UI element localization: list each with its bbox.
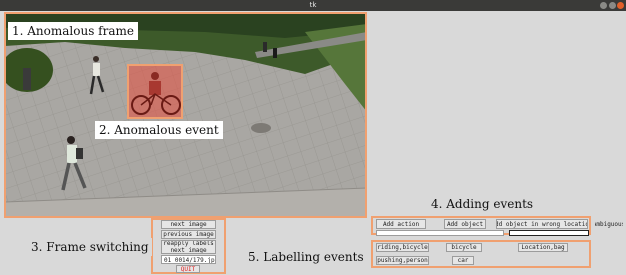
callout-labelling-events: 5. Labelling events [245, 248, 367, 266]
callout-anomalous-frame: 1. Anomalous frame [8, 22, 138, 40]
previous-image-button[interactable]: previous image [161, 230, 216, 239]
label-button[interactable]: bicycle [446, 243, 482, 252]
add-object-wrong-location-button[interactable]: Add object in wrong location [496, 219, 588, 229]
location-entry-field[interactable] [509, 230, 589, 236]
label-button[interactable]: car [452, 256, 474, 265]
ambiguous-button[interactable]: Ambiguous [594, 219, 624, 229]
maximize-icon[interactable] [609, 2, 616, 9]
filename-field[interactable]: 01_0014/179.jpg [161, 255, 216, 264]
reapply-labels-line1: reapply labels [163, 240, 214, 247]
window-titlebar: tk [0, 0, 626, 11]
callout-frame-switching: 3. Frame switching [28, 238, 152, 256]
window-title: tk [309, 1, 317, 9]
label-button[interactable]: Location,bag [518, 243, 568, 252]
reapply-labels-button[interactable]: reapply labels next image [161, 240, 216, 254]
minimize-icon[interactable] [600, 2, 607, 9]
quit-button[interactable]: QUIT [176, 265, 200, 273]
reapply-labels-line2: next image [170, 247, 207, 254]
callout-adding-events: 4. Adding events [428, 195, 537, 213]
callout-anomalous-event: 2. Anomalous event [95, 121, 223, 139]
close-icon[interactable] [617, 2, 624, 9]
event-entry-field[interactable] [376, 230, 504, 236]
label-button[interactable]: riding,bicycle [376, 243, 429, 252]
label-button[interactable]: pushing,person [376, 256, 429, 265]
video-frame[interactable] [5, 12, 367, 218]
add-object-button[interactable]: Add object [444, 219, 486, 229]
app-window: tk 1. Anomalous frame 2. Anomalous event… [0, 0, 626, 275]
add-action-button[interactable]: Add action [376, 219, 426, 229]
next-image-button[interactable]: next image [161, 220, 216, 229]
